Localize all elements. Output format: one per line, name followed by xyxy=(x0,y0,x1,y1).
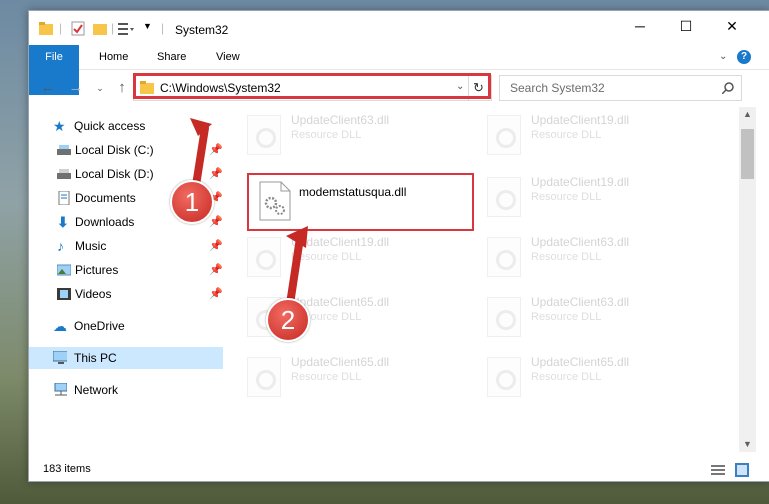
step-1-badge: 1 xyxy=(170,180,214,224)
annotation-arrows xyxy=(190,118,308,308)
step-2-badge: 2 xyxy=(266,298,310,342)
